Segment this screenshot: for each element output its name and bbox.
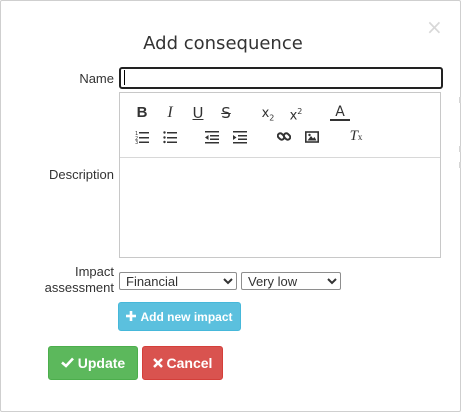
update-label: Update bbox=[77, 355, 126, 371]
outdent-icon[interactable] bbox=[202, 127, 222, 147]
close-x-icon bbox=[152, 357, 163, 370]
link-icon[interactable] bbox=[274, 127, 294, 147]
cancel-button[interactable]: Cancel bbox=[142, 346, 223, 380]
impact-type-select[interactable]: Financial bbox=[119, 272, 237, 290]
impact-assessment-label: Impact assessment bbox=[44, 264, 114, 295]
text-color-icon[interactable]: A bbox=[330, 102, 350, 121]
italic-icon[interactable]: I bbox=[160, 103, 180, 123]
numbered-list-icon[interactable]: 123 bbox=[132, 127, 152, 147]
description-textarea[interactable] bbox=[120, 158, 440, 257]
editor-toolbar: B I U S x2 x2 A 123 Tx bbox=[120, 93, 440, 158]
check-icon bbox=[60, 357, 74, 370]
impact-level-select[interactable]: Very low bbox=[241, 272, 341, 290]
underline-icon[interactable]: U bbox=[188, 103, 208, 123]
remove-format-icon[interactable]: Tx bbox=[346, 126, 366, 146]
bulleted-list-icon[interactable] bbox=[160, 127, 180, 147]
add-new-impact-button[interactable]: Add new impact bbox=[118, 302, 241, 331]
bold-icon[interactable]: B bbox=[132, 103, 152, 123]
description-editor: B I U S x2 x2 A 123 Tx bbox=[119, 92, 441, 258]
strikethrough-icon[interactable]: S bbox=[216, 103, 236, 123]
plus-icon bbox=[126, 310, 137, 323]
name-label: Name bbox=[79, 71, 114, 86]
subscript-icon[interactable]: x2 bbox=[258, 104, 278, 124]
text-cursor bbox=[124, 70, 125, 85]
description-label: Description bbox=[48, 167, 114, 182]
image-icon[interactable] bbox=[302, 127, 322, 147]
superscript-icon[interactable]: x2 bbox=[286, 102, 306, 123]
svg-text:3: 3 bbox=[135, 140, 138, 144]
cancel-label: Cancel bbox=[166, 355, 213, 371]
indent-icon[interactable] bbox=[230, 127, 250, 147]
update-button[interactable]: Update bbox=[48, 346, 138, 380]
dialog-title: Add consequence bbox=[143, 33, 303, 54]
name-input[interactable] bbox=[119, 67, 443, 89]
add-new-impact-label: Add new impact bbox=[140, 309, 233, 324]
